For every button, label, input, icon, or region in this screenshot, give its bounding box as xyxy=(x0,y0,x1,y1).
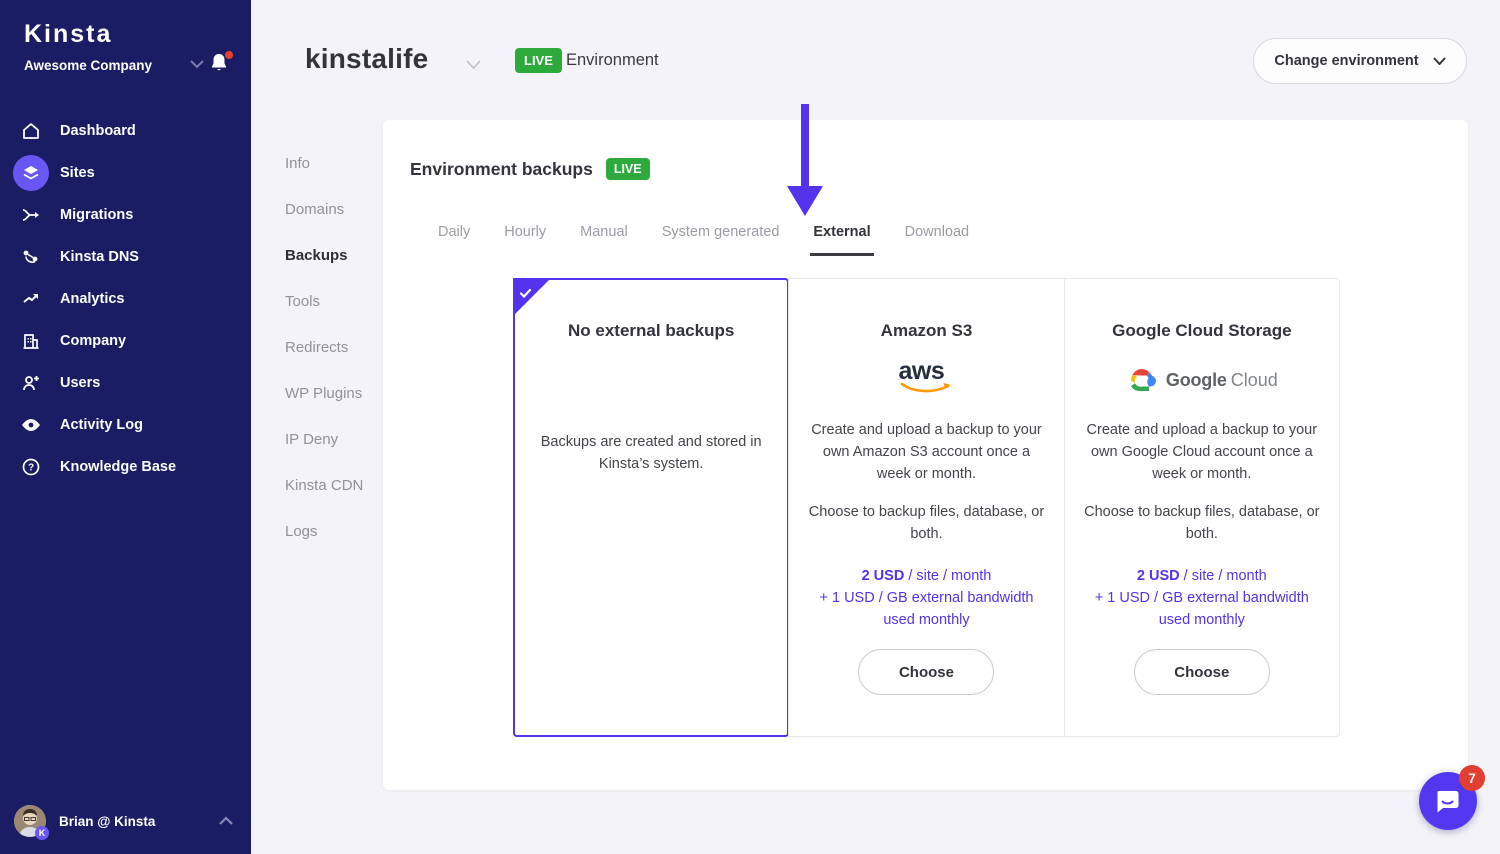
tab-external[interactable]: External xyxy=(810,224,873,256)
sidebar-item-label: Dashboard xyxy=(60,123,136,139)
chevron-up-icon xyxy=(219,812,233,830)
svg-text:?: ? xyxy=(28,463,34,474)
tab-download[interactable]: Download xyxy=(902,224,973,256)
subnav-item-domains[interactable]: Domains xyxy=(285,201,363,218)
card-description: Backups are created and stored in Kinsta… xyxy=(530,431,772,475)
chat-unread-badge: 7 xyxy=(1459,765,1485,791)
user-menu[interactable]: K Brian @ Kinsta xyxy=(0,796,251,846)
chevron-down-icon xyxy=(1433,57,1446,65)
subnav-item-wp-plugins[interactable]: WP Plugins xyxy=(285,385,363,402)
building-icon xyxy=(13,323,49,359)
site-subnav: Info Domains Backups Tools Redirects WP … xyxy=(285,155,363,540)
card-google-cloud-storage[interactable]: Google Cloud Storage GoogleCloud Create … xyxy=(1064,279,1339,736)
panel-title: Environment backups xyxy=(410,159,593,180)
card-title: Google Cloud Storage xyxy=(1112,321,1291,341)
card-no-external-backups[interactable]: No external backups Backups are created … xyxy=(514,279,788,736)
card-title: No external backups xyxy=(568,321,734,341)
card-description: Choose to backup files, database, or bot… xyxy=(805,501,1047,545)
tab-hourly[interactable]: Hourly xyxy=(501,224,549,256)
trend-up-icon xyxy=(13,281,49,317)
subnav-item-redirects[interactable]: Redirects xyxy=(285,339,363,356)
sidebar-item-label: Activity Log xyxy=(60,417,143,433)
selected-ribbon xyxy=(513,278,551,316)
sidebar-item-analytics[interactable]: Analytics xyxy=(0,278,251,320)
external-backup-options: No external backups Backups are created … xyxy=(513,278,1340,737)
environment-live-badge: LIVE xyxy=(515,48,562,73)
sidebar-item-migrations[interactable]: Migrations xyxy=(0,194,251,236)
user-plus-icon xyxy=(13,365,49,401)
migration-icon xyxy=(13,197,49,233)
change-environment-button[interactable]: Change environment xyxy=(1253,38,1467,84)
backup-tabs: Daily Hourly Manual System generated Ext… xyxy=(435,224,972,256)
sidebar-nav: Dashboard Sites Migrations Kinsta DNS An… xyxy=(0,110,251,488)
dns-icon xyxy=(13,239,49,275)
notification-dot xyxy=(225,51,233,59)
subnav-item-logs[interactable]: Logs xyxy=(285,523,363,540)
pricing: 2 USD / site / month + 1 USD / GB extern… xyxy=(804,565,1048,631)
kinsta-staff-badge: K xyxy=(35,826,49,840)
user-name: Brian @ Kinsta xyxy=(59,814,155,829)
google-cloud-logo: GoogleCloud xyxy=(1126,359,1278,401)
company-name: Awesome Company xyxy=(24,58,152,73)
chat-bubble-icon xyxy=(1434,787,1462,815)
panel-live-badge: LIVE xyxy=(606,158,650,180)
sidebar-item-users[interactable]: Users xyxy=(0,362,251,404)
subnav-item-ip-deny[interactable]: IP Deny xyxy=(285,431,363,448)
environment-label: Environment xyxy=(566,51,659,70)
notification-bell-icon[interactable] xyxy=(210,53,232,75)
layers-icon xyxy=(13,155,49,191)
home-icon xyxy=(13,113,49,149)
subnav-item-backups[interactable]: Backups xyxy=(285,247,363,264)
sidebar-item-label: Sites xyxy=(60,165,95,181)
sidebar-item-label: Migrations xyxy=(60,207,133,223)
tab-manual[interactable]: Manual xyxy=(577,224,631,256)
check-icon xyxy=(520,285,531,303)
sidebar-item-knowledge-base[interactable]: ? Knowledge Base xyxy=(0,446,251,488)
subnav-item-info[interactable]: Info xyxy=(285,155,363,172)
sidebar-item-label: Knowledge Base xyxy=(60,459,176,475)
pricing: 2 USD / site / month + 1 USD / GB extern… xyxy=(1080,565,1324,631)
site-name: kinstalife xyxy=(305,43,428,75)
card-description: Create and upload a backup to your own G… xyxy=(1081,419,1323,485)
tab-system-generated[interactable]: System generated xyxy=(659,224,783,256)
sidebar: Kinsta Awesome Company Dashboard Sites M xyxy=(0,0,251,854)
panel-title-row: Environment backups LIVE xyxy=(410,158,650,180)
annotation-arrow-down-icon xyxy=(786,104,824,221)
chevron-down-icon xyxy=(190,56,204,74)
card-amazon-s3[interactable]: Amazon S3 aws Create and upload a backup… xyxy=(788,279,1063,736)
sidebar-item-kinsta-dns[interactable]: Kinsta DNS xyxy=(0,236,251,278)
sidebar-item-activity-log[interactable]: Activity Log xyxy=(0,404,251,446)
site-chevron-down-icon[interactable] xyxy=(466,57,481,75)
kinsta-logo: Kinsta xyxy=(24,20,112,49)
card-description: Create and upload a backup to your own A… xyxy=(805,419,1047,485)
change-environment-label: Change environment xyxy=(1274,53,1418,69)
sidebar-item-sites[interactable]: Sites xyxy=(0,152,251,194)
sidebar-item-label: Users xyxy=(60,375,100,391)
sidebar-item-label: Kinsta DNS xyxy=(60,249,139,265)
question-circle-icon: ? xyxy=(13,449,49,485)
sidebar-item-dashboard[interactable]: Dashboard xyxy=(0,110,251,152)
subnav-item-kinsta-cdn[interactable]: Kinsta CDN xyxy=(285,477,363,494)
aws-logo: aws xyxy=(898,359,954,401)
choose-s3-button[interactable]: Choose xyxy=(858,649,994,695)
card-title: Amazon S3 xyxy=(881,321,973,341)
subnav-item-tools[interactable]: Tools xyxy=(285,293,363,310)
card-description: Choose to backup files, database, or bot… xyxy=(1081,501,1323,545)
company-selector[interactable]: Awesome Company xyxy=(24,52,234,78)
eye-icon xyxy=(13,407,49,443)
avatar: K xyxy=(14,805,46,837)
sidebar-item-label: Analytics xyxy=(60,291,124,307)
sidebar-item-company[interactable]: Company xyxy=(0,320,251,362)
tab-daily[interactable]: Daily xyxy=(435,224,473,256)
sidebar-item-label: Company xyxy=(60,333,126,349)
choose-gcs-button[interactable]: Choose xyxy=(1134,649,1270,695)
